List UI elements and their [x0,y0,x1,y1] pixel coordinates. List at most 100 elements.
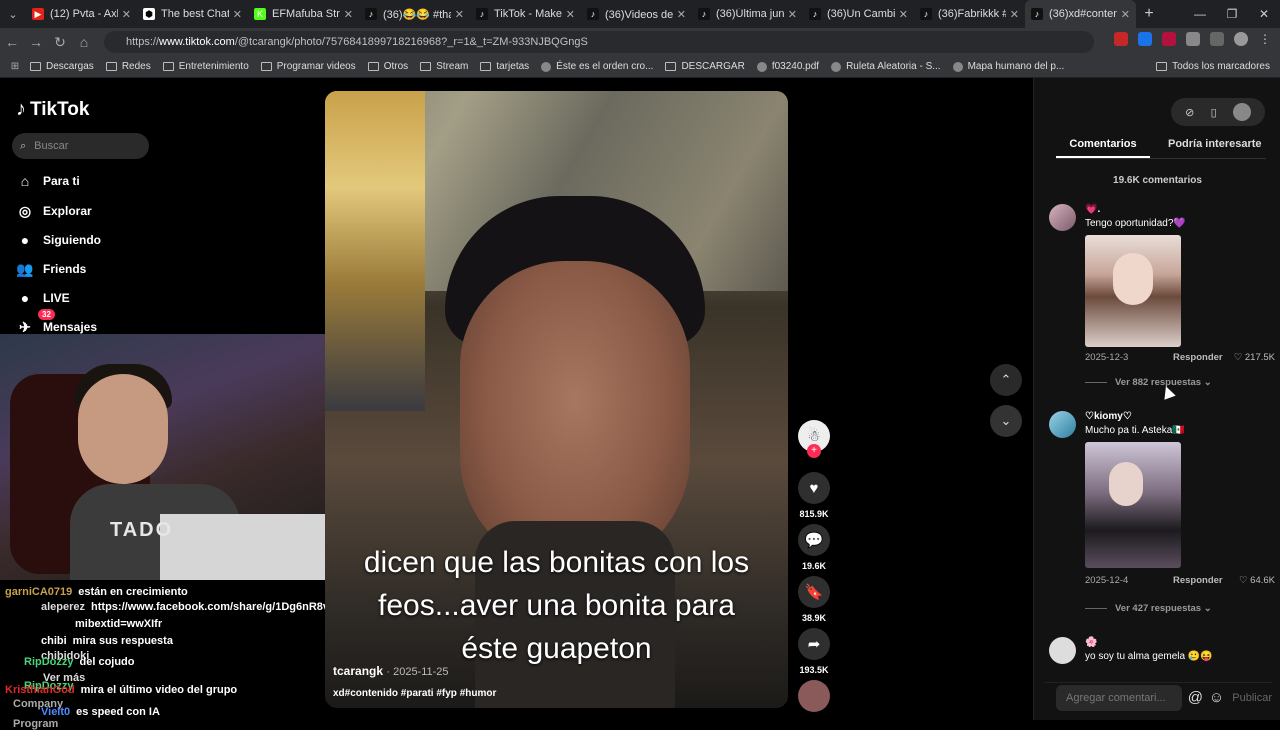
close-tab-icon[interactable]: ✕ [1010,8,1019,21]
previous-video-button[interactable]: ⌃ [990,364,1022,396]
view-replies[interactable]: Ver 882 respuestas ⌄ [1085,377,1212,388]
translate-icon[interactable] [1138,32,1152,46]
video-author[interactable]: tcarangk · 2025-11-25 [333,664,449,678]
comment-user[interactable]: 💗. [1085,204,1100,215]
back-icon[interactable]: ← [0,34,24,50]
comment-like[interactable]: ♡ 64.6K [1239,575,1275,586]
browser-tab[interactable]: ▶ (12) Pvta - Axl Yo ✕ [26,0,137,28]
extensions-puzzle-icon[interactable] [1186,32,1200,46]
comment-input[interactable]: Agregar comentari... [1056,684,1182,711]
close-tab-icon[interactable]: ✕ [899,8,908,21]
tab-suggested[interactable]: Podría interesarte [1168,138,1262,158]
author-avatar[interactable]: ☃ + [798,420,830,458]
sidebar-item-siguiendo[interactable]: ● Siguiendo [16,231,101,249]
tab-favicon-icon: ♪ [809,8,821,20]
close-tab-icon[interactable]: ✕ [455,8,464,21]
share-button[interactable]: ➦ 193.5K [798,628,830,675]
bookmark-item[interactable]: DESCARGAR [665,61,745,72]
emoji-icon[interactable]: ☺ [1209,689,1224,706]
browser-tab[interactable]: ⬢ The best ChatBot ✕ [137,0,248,28]
heart-icon: ♡ [1239,575,1248,586]
reply-button[interactable]: Responder [1173,352,1223,363]
extension-m-icon[interactable] [1162,32,1176,46]
browser-tab[interactable]: ♪ (36)Un Cambinga ✕ [803,0,914,28]
profile-icon[interactable] [1234,32,1248,46]
folder-icon [480,62,492,71]
extension-red-icon[interactable] [1114,32,1128,46]
reply-button[interactable]: Responder [1173,575,1223,586]
bookmark-item[interactable]: Ruleta Aleatoria - S... [831,61,941,72]
browser-tab[interactable]: K EFMafuba Stream ✕ [248,0,359,28]
close-tab-icon[interactable]: ✕ [1121,8,1130,21]
bookmark-item[interactable]: Éste es el orden cro... [541,61,653,72]
apps-grid-icon[interactable]: ⊞ [0,61,30,72]
bookmark-item[interactable]: Entretenimiento [162,61,249,72]
comment-user[interactable]: 🌸 [1085,637,1097,648]
like-button[interactable]: ♥ 815.9K [798,472,830,519]
home-browser-icon[interactable]: ⌂ [72,34,96,50]
bookmark-item[interactable]: Redes [105,61,151,72]
new-tab-button[interactable]: + [1136,5,1162,23]
menu-kebab-icon[interactable]: ⋮ [1258,32,1272,46]
comment-user[interactable]: ♡kiomy♡ [1085,411,1132,422]
view-replies[interactable]: Ver 427 respuestas ⌄ [1085,603,1212,614]
profile-avatar[interactable] [1232,103,1251,121]
bookmark-item[interactable]: f03240.pdf [756,61,819,72]
sidebar-item-friends[interactable]: 👥 Friends [16,260,86,278]
tiktok-logo[interactable]: ♪ TikTok [16,98,89,121]
sidebar-item-para-ti[interactable]: ⌂ Para ti [16,172,80,190]
close-window-icon[interactable]: ✕ [1248,7,1280,21]
bookmark-list: Descargas Redes Entretenimiento Programar v… [30,61,1076,72]
tab-title: (36)Un Cambinga [827,8,895,20]
tiktok-page: ♪ TikTok ⌕ Buscar ⌂ Para ti ◎ Explorar ● Siguie… [0,78,1280,730]
sidebar-item-explorar[interactable]: ◎ Explorar [16,202,92,220]
close-tab-icon[interactable]: ✕ [233,8,242,21]
bookmark-item[interactable]: Otros [367,61,408,72]
tab-comments[interactable]: Comentarios [1056,138,1150,158]
commenter-avatar[interactable] [1049,411,1076,438]
close-tab-icon[interactable]: ✕ [788,8,797,21]
video-hashtags[interactable]: xd#contenido #parati #fyp #humor [333,688,496,699]
close-tab-icon[interactable]: ✕ [344,8,353,21]
commenter-avatar[interactable] [1049,637,1076,664]
browser-tab[interactable]: ♪ (36)Videos de ❤ ✕ [581,0,692,28]
comment-image[interactable] [1085,442,1181,568]
bookmark-item[interactable]: Mapa humano del p... [952,61,1064,72]
compass-small-icon[interactable]: ⊘ [1185,106,1194,119]
mention-icon[interactable]: @ [1188,689,1203,706]
bookmark-item[interactable]: Stream [420,61,468,72]
all-bookmarks[interactable]: Todos los marcadores [1156,61,1270,72]
follow-plus-icon[interactable]: + [807,444,821,458]
sound-disc[interactable] [798,680,830,712]
publish-button[interactable]: Publicar [1232,692,1272,704]
url-field[interactable]: https://www.tiktok.com/@tcarangk/photo/7… [104,31,1094,53]
comment-button[interactable]: 💬 19.6K [798,524,830,571]
browser-tab[interactable]: ♪ (36)😂😂 #thai ✕ [359,0,470,28]
bookmark-item[interactable]: tarjetas [480,61,529,72]
browser-tab[interactable]: ♪ (36)Fabrikkk #fyp ✕ [914,0,1025,28]
next-video-button[interactable]: ⌄ [990,405,1022,437]
video-player[interactable]: dicen que las bonitas con los feos...ave… [325,91,788,708]
sidebar-item-live[interactable]: ● LIVE [16,289,70,307]
close-tab-icon[interactable]: ✕ [122,8,131,21]
search-input[interactable]: ⌕ Buscar [12,133,149,159]
minimize-icon[interactable]: — [1184,7,1216,21]
save-button[interactable]: 🔖 38.9K [798,576,830,623]
reload-icon[interactable]: ↻ [48,34,72,51]
browser-tab[interactable]: ♪ TikTok - Make Yo ✕ [470,0,581,28]
bookmark-item[interactable]: Descargas [30,61,94,72]
forward-icon[interactable]: → [24,34,48,50]
close-tab-icon[interactable]: ✕ [566,8,575,21]
comment-like[interactable]: ♡ 217.5K [1234,352,1275,363]
tab-search-icon[interactable]: ⌄ [0,0,26,28]
commenter-avatar[interactable] [1049,204,1076,231]
girl-face [1113,253,1153,305]
bookmark-item[interactable]: Programar videos [260,61,356,72]
browser-tab[interactable]: ♪ (36)Última junta ✕ [692,0,803,28]
media-icon[interactable] [1210,32,1224,46]
browser-tab[interactable]: ♪ (36)xd#contenido ✕ [1025,0,1136,28]
restore-icon[interactable]: ❐ [1216,7,1248,21]
close-tab-icon[interactable]: ✕ [677,8,686,21]
phone-icon[interactable]: ▯ [1211,106,1217,119]
comment-image[interactable] [1085,235,1181,347]
